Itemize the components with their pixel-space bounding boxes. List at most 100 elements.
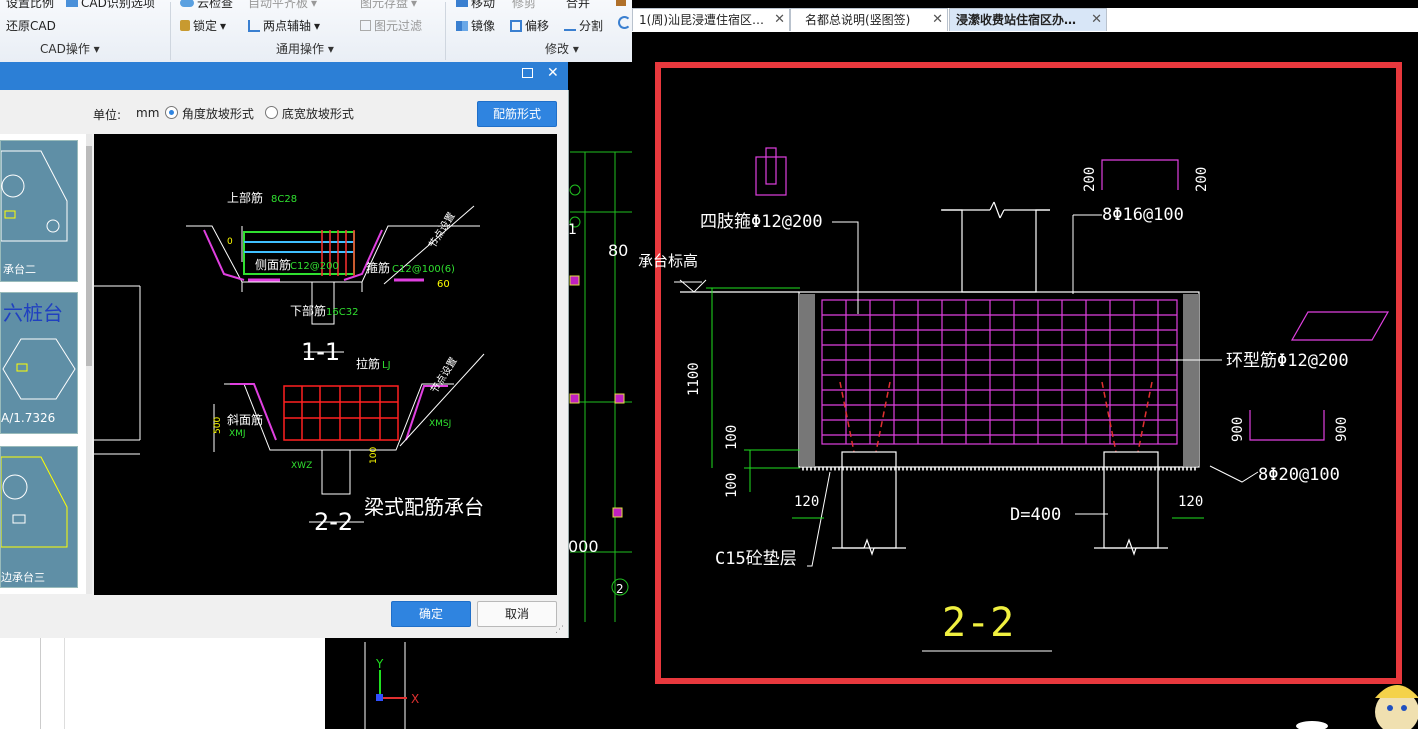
bottom-bars-label: 8Φ20@100 [1258,465,1340,485]
tie-rebar-value: LJ [382,360,391,371]
lock-button[interactable]: 锁定 ▾ [180,17,226,34]
dim-120-right-label: 120 [1178,494,1203,510]
thumbnail-list: 承台二 六桩台 A/1.7326 边承台三 [0,134,92,594]
tab-document-3[interactable]: 浸瀠收费站住宿区办… ✕ [949,8,1107,31]
bg-label-80: 80 [608,241,628,260]
top-rebar-label: 上部筋 [227,190,263,205]
radio-unchecked-icon [265,106,278,119]
ribbon-divider [170,2,171,60]
side-rebar-value: C12@200 [290,261,339,272]
offset-button[interactable]: 偏移 [510,17,549,34]
offset-icon [510,19,522,32]
rebar-form-button[interactable]: 配筋形式 [477,101,557,127]
dim-200-right-label: 200 [1194,167,1210,192]
bg-label-2: 2 [616,582,624,596]
unit-label: 单位: [93,108,122,122]
thumbnail-scrollbar[interactable] [86,134,92,594]
close-icon[interactable]: ✕ [932,9,943,31]
xmsj-label: XMSJ [429,419,451,429]
dim-100-label: 100 [724,425,740,450]
top-rebar-value: 8C28 [271,194,297,205]
rebar-preview-drawing: 上部筋 8C28 侧面筋 C12@200 箍筋 C12@100(6) 下部筋 1… [94,190,485,536]
thumbnail-item[interactable]: 承台二 [0,140,78,282]
dim-100-label-2: 100 [724,473,740,498]
cad-recognize-icon [66,0,78,7]
set-scale-button[interactable]: 设置比例 [6,0,54,11]
close-icon[interactable]: ✕ [1091,9,1102,31]
mascot-decoration-icon [1296,685,1418,729]
merge-button[interactable]: 合并 [566,0,590,11]
brush-icon[interactable] [616,0,626,6]
close-icon[interactable]: ✕ [547,65,559,81]
dim-900-right-label: 900 [1334,417,1350,442]
cloud-check-button[interactable]: 云检查 [180,0,233,11]
section-1-1-label: 1-1 [301,338,340,366]
tab-document-1[interactable]: 1(周)汕昆浸遭住宿区… ✕ [632,8,790,31]
axis-icon [248,19,260,32]
stirrup-4leg-label: 四肢箍Φ12@200 [700,212,823,232]
dim-label: 0 [227,237,233,247]
dim-500-label: 500 [213,417,223,434]
dim-100-label: 100 [369,447,379,464]
cancel-button[interactable]: 取消 [477,601,557,627]
rotate-icon[interactable] [618,16,631,29]
svg-text:X: X [411,692,419,706]
ribbon-divider [445,2,446,60]
dim-120-left-label: 120 [794,494,819,510]
document-tab-bar: 1(周)汕昆浸遭住宿区… ✕ 名都总说明(竖图签) ✕ 浸瀠收费站住宿区办… ✕ [632,8,1418,32]
top-bars-label: 8Φ16@100 [1102,205,1184,225]
tab-document-2[interactable]: 名都总说明(竖图签) ✕ [790,8,948,31]
section-2-2-label: 2-2 [942,600,1014,646]
bottom-rebar-value: 16C32 [326,307,358,318]
element-filter-button[interactable]: 图元过滤 [360,17,422,34]
auto-level-slab-button[interactable]: 自动平齐板 ▾ [248,0,317,11]
element-storage-button[interactable]: 图元存盘 ▾ [360,0,417,11]
cap-elevation-label: 承台标高 [638,252,698,270]
radio-width-slope[interactable]: 底宽放坡形式 [265,105,354,122]
close-icon[interactable]: ✕ [774,9,785,31]
ok-button[interactable]: 确定 [391,601,471,627]
pile-cap-shape-icon [0,456,68,548]
ring-rebar-label: 环型筋Φ12@200 [1226,351,1349,371]
preview-caption: 梁式配筋承台 [364,495,484,519]
radio-angle-slope[interactable]: 角度放坡形式 [165,105,254,122]
group-cad-operations: CAD操作 ▾ [40,42,100,56]
stirrup-value: C12@100(6) [392,264,455,275]
trim-button[interactable]: 修剪 [512,0,536,11]
maximize-icon[interactable] [522,68,533,78]
group-modify: 修改 ▾ [545,42,579,56]
dim-900-left-label: 900 [1230,417,1246,442]
dim-200-left-label: 200 [1082,167,1098,192]
cad-recognize-options-button[interactable]: CAD识别选项 [66,0,155,11]
angle-label: 60 [437,279,450,290]
stirrup-label: 箍筋 [366,260,390,275]
hexagon-cap-icon [2,338,76,400]
split-button[interactable]: 分割 [564,17,603,34]
slope-rebar-label: 斜面筋 [227,412,263,427]
side-rebar-label: 侧面筋 [255,257,291,272]
move-icon [456,0,468,7]
filter-icon [360,20,371,31]
move-button[interactable]: 移动 [456,0,495,11]
bottom-rebar-label: 下部筋 [290,303,326,318]
pile-cap-section-drawing: 四肢箍Φ12@200 8Φ16@100 承台标高 环型筋Φ12@200 8Φ20… [638,62,1418,729]
section-2-2-label: 2-2 [314,508,353,536]
thumbnail-item[interactable]: 六桩台 A/1.7326 [0,292,78,434]
tie-rebar-label: 拉筋 [356,356,380,371]
ucs-axis-icon: Y X [375,657,419,706]
cushion-label: C15砼垫层 [715,549,797,569]
restore-cad-button[interactable]: 还原CAD [6,17,56,34]
ribbon-toolbar: 设置比例 CAD识别选项 还原CAD CAD操作 ▾ 云检查 自动平齐板 ▾ 图… [0,0,632,63]
xwz-label: XWZ [291,461,312,471]
resize-grip-icon[interactable]: ⋰ [555,625,565,635]
mirror-button[interactable]: 镜像 [456,17,495,34]
dialog-title-bar[interactable]: ✕ [0,62,568,90]
slope-note-label-2: 节点设置 [428,355,459,395]
pile-cap-shape-icon [0,150,68,242]
unit-value: mm [136,106,160,120]
two-point-axis-button[interactable]: 两点辅轴 ▾ [248,17,320,34]
rebar-settings-dialog: 单位: mm 角度放坡形式 底宽放坡形式 配筋形式 承台二 六桩台 A/1.73… [0,90,569,638]
radio-checked-icon [165,106,178,119]
thumbnail-item[interactable]: 边承台三 [0,446,78,588]
group-common-operations: 通用操作 ▾ [276,42,334,56]
